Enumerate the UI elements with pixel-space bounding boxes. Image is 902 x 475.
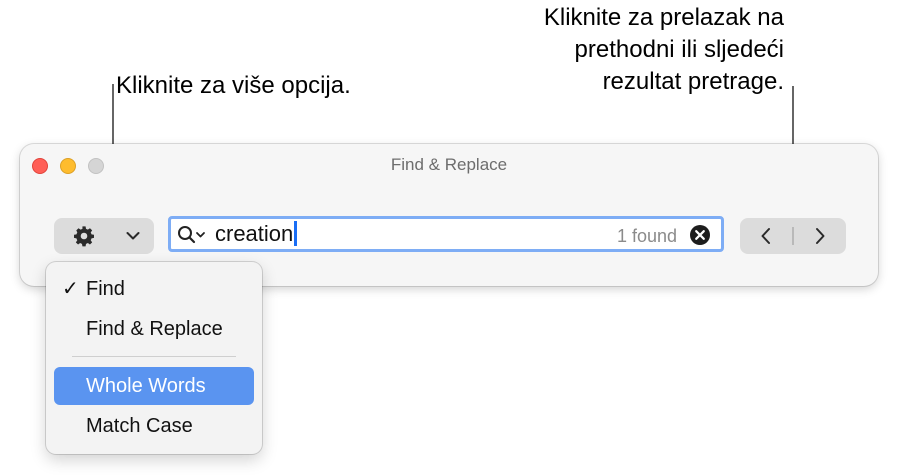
magnifier-icon[interactable]	[177, 225, 207, 245]
menu-item-label: Find & Replace	[86, 318, 223, 340]
navigation-callout-line: prethodni ili sljedeći	[574, 36, 784, 63]
navigation-callout: Kliknite za prelazak na prethodni ili sl…	[424, 2, 784, 98]
chevron-right-icon	[816, 228, 825, 244]
options-menu-button[interactable]	[54, 218, 154, 254]
window-title: Find & Replace	[390, 155, 508, 174]
title-bar: Find & Replace	[20, 144, 878, 184]
options-menu: ✓ Find Find & Replace Whole Words Match …	[46, 262, 262, 454]
menu-item-find[interactable]: ✓ Find	[54, 270, 254, 308]
navigation-callout-line: Kliknite za prelazak na	[543, 4, 784, 31]
menu-item-label: Find	[86, 278, 125, 300]
menu-divider	[72, 356, 236, 357]
annotated-screenshot: Kliknite za više opcija. Kliknite za pre…	[0, 0, 902, 475]
next-result-button[interactable]	[794, 218, 846, 254]
menu-item-label: Match Case	[86, 415, 193, 437]
previous-result-button[interactable]	[740, 218, 792, 254]
navigation-callout-line: rezultat pretrage.	[602, 68, 784, 95]
result-navigation	[740, 218, 846, 254]
options-callout: Kliknite za više opcija.	[116, 72, 351, 99]
gear-icon	[74, 226, 94, 247]
text-caret	[294, 221, 297, 246]
menu-item-match-case[interactable]: Match Case	[54, 407, 254, 445]
search-query-text: creation	[215, 221, 294, 246]
menu-item-label: Whole Words	[86, 375, 206, 397]
clear-circle-icon[interactable]	[689, 224, 711, 246]
search-field[interactable]: creation 1 found	[168, 216, 724, 252]
menu-item-find-replace[interactable]: Find & Replace	[54, 310, 254, 348]
result-count: 1 found	[616, 226, 677, 246]
checkmark-icon: ✓	[62, 278, 79, 300]
chevron-down-icon	[126, 232, 140, 240]
chevron-left-icon	[761, 228, 770, 244]
search-query[interactable]: creation	[215, 220, 297, 248]
menu-item-whole-words[interactable]: Whole Words	[54, 367, 254, 405]
